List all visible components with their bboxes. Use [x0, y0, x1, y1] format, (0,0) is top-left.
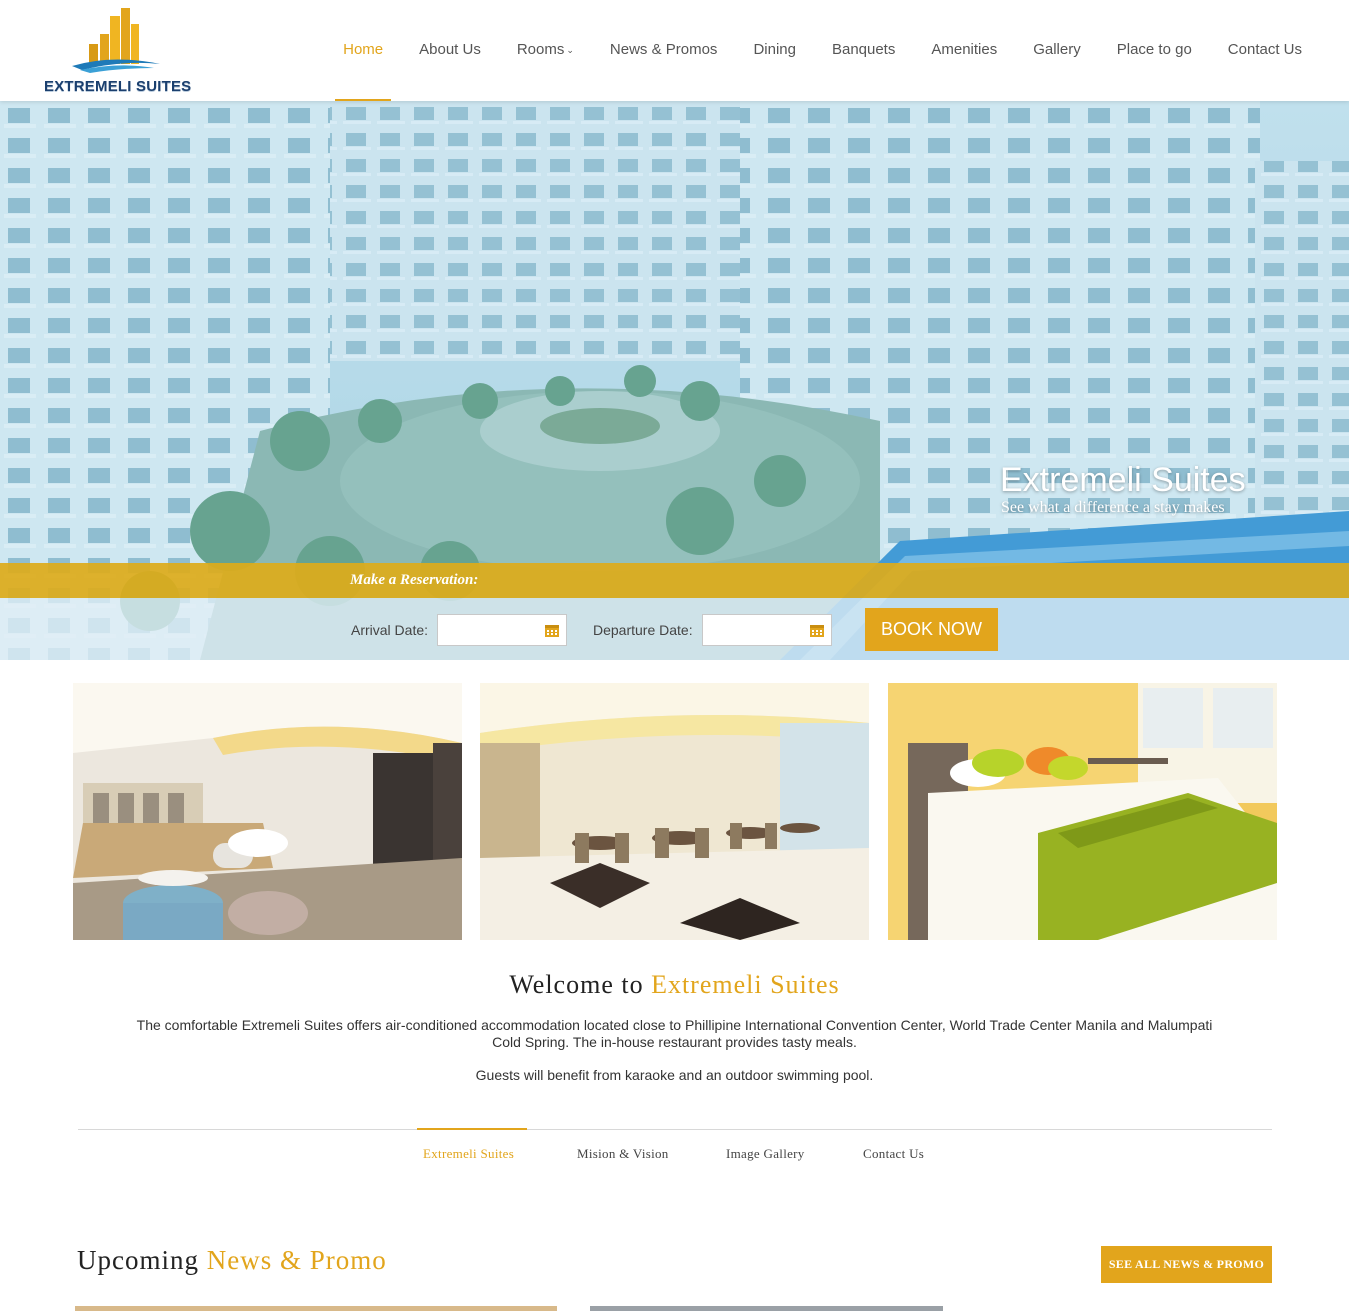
- nav-amenities[interactable]: Amenities: [913, 0, 1015, 101]
- gallery-image-lounge[interactable]: [73, 683, 462, 940]
- arrival-date-label: Arrival Date:: [351, 622, 429, 638]
- news-heading-prefix: Upcoming: [77, 1245, 207, 1275]
- nav-banquets-label: Banquets: [831, 41, 896, 58]
- arrival-date-input[interactable]: [437, 614, 567, 646]
- calendar-icon[interactable]: [544, 622, 560, 638]
- hero-subtitle: See what a difference a stay makes: [1001, 499, 1225, 516]
- nav-rooms[interactable]: Rooms ⌄: [499, 0, 592, 101]
- tab-active-indicator: [417, 1128, 527, 1130]
- departure-date-label: Departure Date:: [593, 622, 693, 638]
- nav-place-to-go-label: Place to go: [1116, 41, 1192, 58]
- reservation-band: Make a Reservation:: [0, 563, 1349, 598]
- hero-title: Extremeli Suites: [1000, 461, 1246, 499]
- nav-rooms-label: Rooms: [516, 41, 565, 58]
- logo[interactable]: EXTREMELI SUITES: [42, 6, 192, 96]
- lounge-photo: [73, 683, 462, 940]
- welcome-paragraph-1: The comfortable Extremeli Suites offers …: [136, 1017, 1213, 1050]
- nav-place-to-go[interactable]: Place to go: [1099, 0, 1210, 101]
- chevron-down-icon: ⌄: [566, 45, 574, 55]
- reservation-title: Make a Reservation:: [350, 572, 479, 588]
- nav-about-us-label: About Us: [419, 41, 481, 58]
- nav-news-promos-label: News & Promos: [609, 41, 718, 58]
- news-heading-highlight: News & Promo: [206, 1245, 387, 1275]
- nav-contact-us-label: Contact Us: [1227, 41, 1302, 58]
- nav-gallery[interactable]: Gallery: [1015, 0, 1099, 101]
- nav-contact-us[interactable]: Contact Us: [1210, 0, 1319, 101]
- hero-banner: Extremeli Suites See what a difference a…: [0, 101, 1349, 660]
- news-heading: Upcoming News & Promo: [77, 1245, 387, 1276]
- tab-contact-us[interactable]: Contact Us: [863, 1146, 924, 1162]
- nav-home-label: Home: [343, 41, 384, 58]
- main-nav: Home About Us Rooms ⌄ News & Promos Dinin…: [325, 0, 1319, 101]
- see-all-news-button[interactable]: SEE ALL NEWS & PROMO: [1101, 1246, 1272, 1283]
- gallery-image-bedroom[interactable]: [888, 683, 1277, 940]
- nav-dining[interactable]: Dining: [735, 0, 814, 101]
- welcome-highlight: Extremeli Suites: [651, 970, 840, 999]
- nav-home[interactable]: Home: [325, 0, 401, 101]
- logo-text: EXTREMELI SUITES: [44, 78, 192, 95]
- news-card-image[interactable]: [75, 1306, 557, 1311]
- bedroom-photo: [888, 683, 1277, 940]
- welcome-prefix: Welcome to: [509, 970, 652, 999]
- logo-buildings-icon: [72, 8, 160, 73]
- tab-extremeli-suites[interactable]: Extremeli Suites: [423, 1146, 514, 1162]
- dining-photo: [480, 683, 869, 940]
- gallery-image-dining[interactable]: [480, 683, 869, 940]
- tab-mision-vision[interactable]: Mision & Vision: [577, 1146, 669, 1162]
- nav-news-promos[interactable]: News & Promos: [592, 0, 736, 101]
- nav-dining-label: Dining: [753, 41, 796, 58]
- nav-about-us[interactable]: About Us: [401, 0, 499, 101]
- welcome-heading: Welcome to Extremeli Suites: [0, 970, 1349, 1000]
- nav-gallery-label: Gallery: [1033, 41, 1081, 58]
- departure-date-input[interactable]: [702, 614, 832, 646]
- nav-banquets[interactable]: Banquets: [814, 0, 913, 101]
- tab-image-gallery[interactable]: Image Gallery: [726, 1146, 805, 1162]
- reservation-form: Arrival Date: Departure Date: BOOK NOW: [0, 598, 1349, 660]
- book-now-button[interactable]: BOOK NOW: [865, 608, 998, 651]
- welcome-paragraph-2: Guests will benefit from karaoke and an …: [475, 1067, 874, 1083]
- calendar-icon[interactable]: [809, 622, 825, 638]
- site-header: EXTREMELI SUITES Home About Us Rooms ⌄ Ne…: [0, 0, 1349, 101]
- tabs-divider: [78, 1129, 1272, 1130]
- news-card-image[interactable]: [590, 1306, 943, 1311]
- nav-amenities-label: Amenities: [931, 41, 998, 58]
